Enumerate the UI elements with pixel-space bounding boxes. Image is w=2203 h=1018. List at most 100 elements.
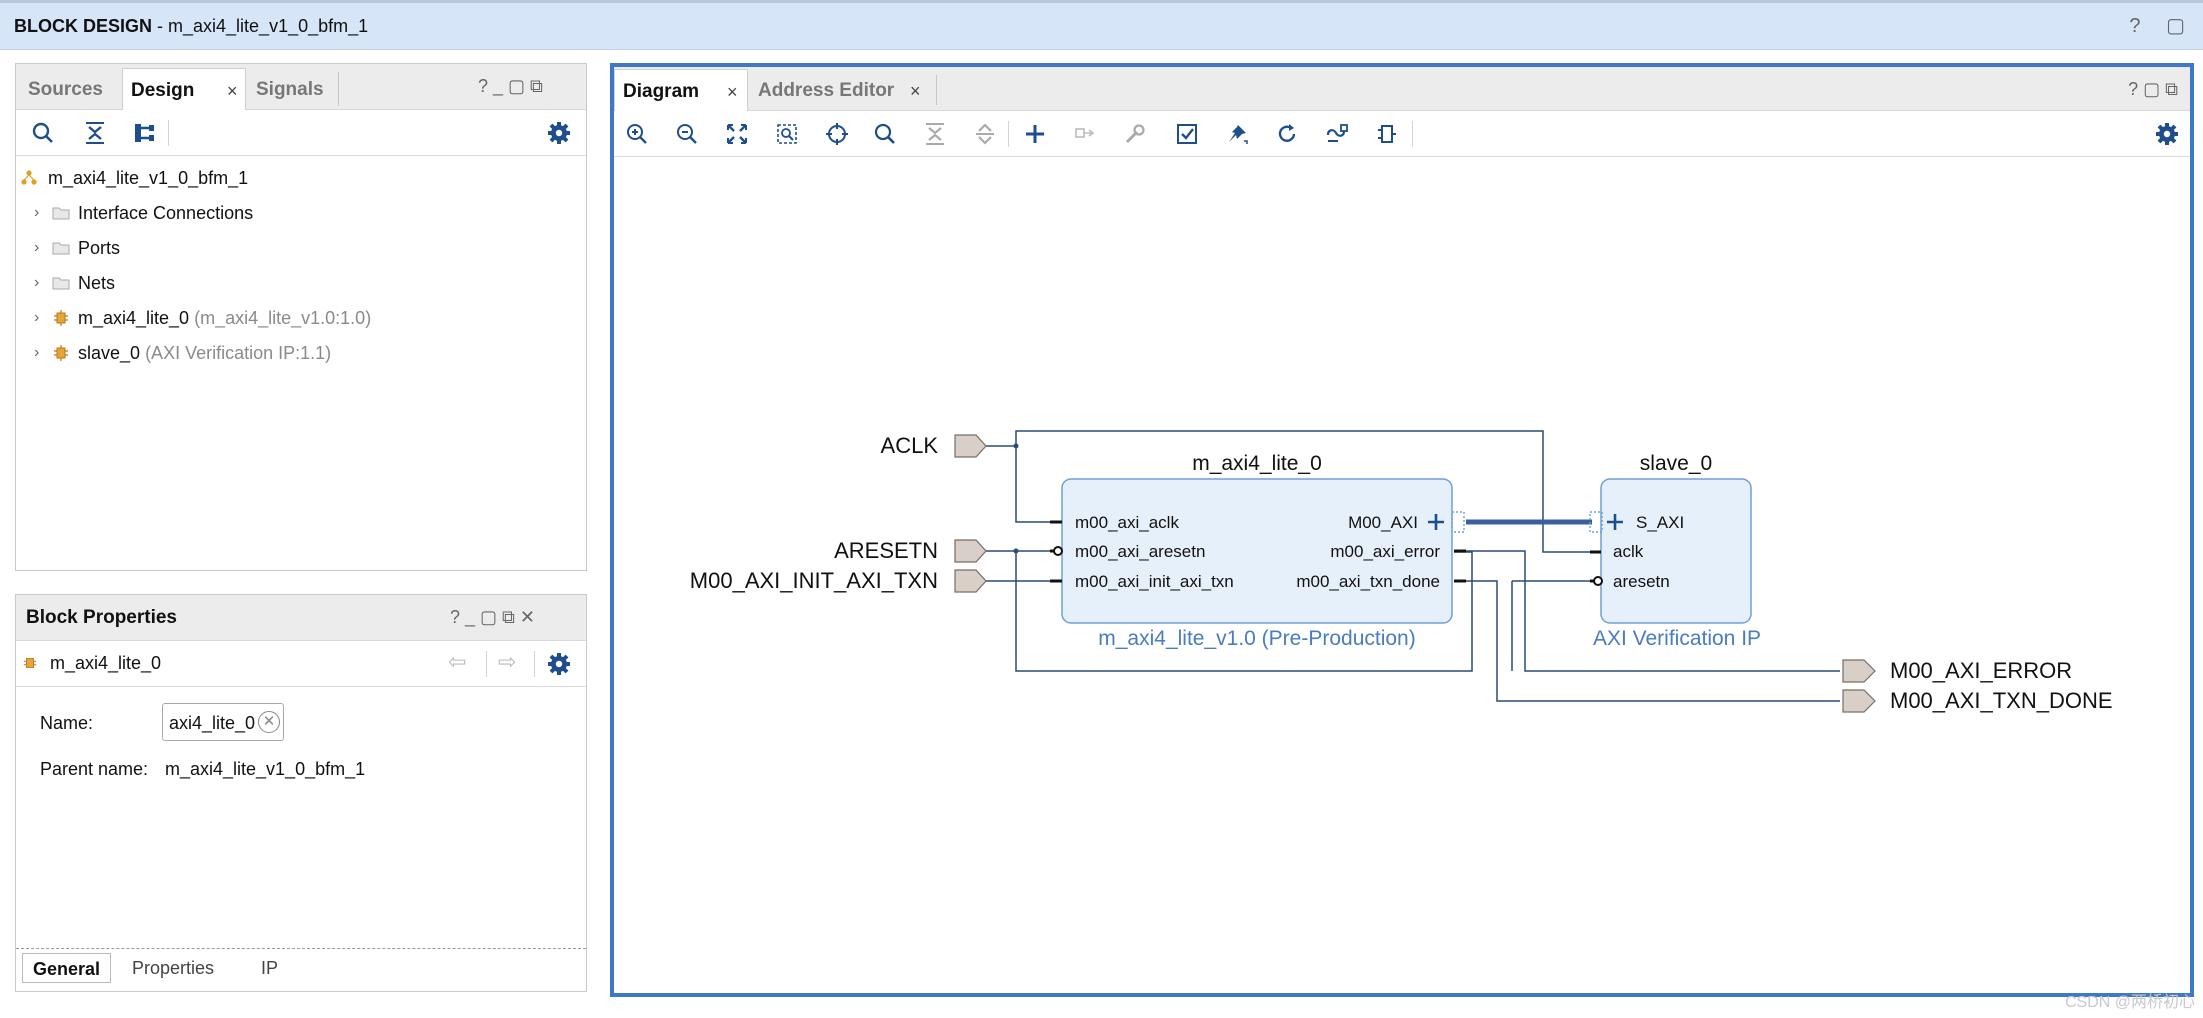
parent-name-value: m_axi4_lite_v1_0_bfm_1 — [165, 759, 366, 779]
watermark: CSDN @两桥初心 — [2064, 994, 2195, 1011]
block-subtitle: AXI Verification IP — [1593, 627, 1761, 650]
folder-icon — [52, 277, 70, 290]
folder-icon — [52, 242, 70, 255]
panel-title: Block Properties — [26, 607, 177, 628]
divider — [16, 948, 586, 949]
tab-general[interactable]: General — [22, 953, 112, 983]
collapse-icon[interactable] — [922, 121, 948, 147]
diagram-tabs: Diagram × Address Editor × ? ▢ ⧉ — [614, 67, 2190, 111]
gear-icon[interactable] — [546, 651, 572, 677]
design-toolbar — [16, 110, 586, 156]
regenerate-layout-icon[interactable] — [1374, 121, 1400, 147]
close-tab-icon[interactable]: × — [227, 81, 238, 102]
search-icon[interactable] — [30, 120, 56, 146]
tab-sources[interactable]: Sources — [20, 68, 111, 110]
zoom-out-icon[interactable] — [674, 121, 700, 147]
folder-icon — [52, 207, 70, 220]
zoom-area-icon[interactable] — [774, 121, 800, 147]
pin-label: aclk — [1613, 542, 1644, 561]
diagram-panel: Diagram × Address Editor × ? ▢ ⧉ ACLK AR… — [610, 63, 2194, 997]
back-arrow-icon[interactable]: ⇦ — [448, 649, 466, 675]
window-controls[interactable]: ? ▢ — [2129, 13, 2195, 38]
chevron-right-icon[interactable]: › — [34, 267, 39, 299]
name-label: Name: — [40, 713, 94, 733]
input-port-aresetn[interactable]: ARESETN — [834, 538, 987, 563]
output-port-m00-axi-txn-done[interactable]: M00_AXI_TXN_DONE — [1842, 688, 2113, 713]
diagram-toolbar — [614, 111, 2190, 157]
block-name: slave_0 — [1640, 452, 1712, 475]
ip-block-icon — [23, 658, 37, 668]
tree-item-label: slave_0 (AXI Verification IP:1.1) — [78, 343, 332, 363]
add-ip-icon[interactable] — [1022, 121, 1048, 147]
tab-ip[interactable]: IP — [251, 953, 288, 983]
chevron-right-icon[interactable]: › — [34, 337, 39, 369]
pin-label: m00_axi_error — [1330, 542, 1440, 561]
wrench-icon[interactable] — [1122, 121, 1148, 147]
tree-item-label: Interface Connections — [78, 203, 254, 223]
output-port-m00-axi-error[interactable]: M00_AXI_ERROR — [1842, 658, 2072, 683]
ip-block-m-axi4-lite-0[interactable]: m_axi4_lite_0 m00_axi_aclk m00_axi_arese… — [1050, 452, 1466, 650]
tree-item-label: m_axi4_lite_0 (m_axi4_lite_v1.0:1.0) — [78, 308, 372, 328]
port-label: ACLK — [881, 433, 939, 458]
clear-icon[interactable]: ✕ — [258, 711, 280, 733]
close-tab-icon[interactable]: × — [727, 82, 738, 103]
name-field[interactable]: axi4_lite_0 ✕ — [162, 703, 284, 741]
gear-icon[interactable] — [2154, 121, 2180, 147]
expand-icon[interactable] — [972, 121, 998, 147]
disconnect-icon[interactable] — [1072, 121, 1098, 147]
design-panel: Sources Design × Signals ? _ ▢ ⧉ m_axi4_… — [15, 63, 587, 571]
parent-name-label: Parent name: — [40, 759, 149, 779]
pin-label: S_AXI — [1636, 513, 1684, 532]
zoom-in-icon[interactable] — [624, 121, 650, 147]
chevron-right-icon[interactable]: › — [34, 232, 39, 264]
input-port-m00-axi-init-axi-txn[interactable]: M00_AXI_INIT_AXI_TXN — [690, 568, 987, 593]
tree-item-label: Nets — [78, 273, 116, 293]
search-icon[interactable] — [872, 121, 898, 147]
input-port-aclk[interactable]: ACLK — [881, 433, 987, 458]
port-label: M00_AXI_ERROR — [1890, 658, 2072, 683]
block-name: m_axi4_lite_0 — [1192, 452, 1322, 475]
tab-design[interactable]: Design × — [122, 68, 246, 110]
design-panel-tabs: Sources Design × Signals ? _ ▢ ⧉ — [16, 64, 586, 110]
ip-block-icon — [54, 310, 68, 326]
block-properties-header: Block Properties ? _ ▢ ⧉ ✕ — [16, 595, 586, 641]
panel-window-icons[interactable]: ? _ ▢ ⧉ ✕ — [450, 607, 535, 628]
panel-window-icons[interactable]: ? ▢ ⧉ — [2128, 79, 2178, 100]
selected-block-label: m_axi4_lite_0 — [50, 653, 162, 673]
pin-icon[interactable] — [1224, 121, 1250, 147]
port-label: M00_AXI_INIT_AXI_TXN — [690, 568, 938, 593]
hierarchy-icon[interactable] — [132, 120, 158, 146]
tab-address-editor[interactable]: Address Editor × — [750, 69, 930, 111]
pin-label: m00_axi_aresetn — [1075, 542, 1205, 561]
auto-connect-icon[interactable] — [1324, 121, 1350, 147]
ip-block-icon — [54, 345, 68, 361]
tree-item-label: Ports — [78, 238, 121, 258]
refresh-icon[interactable] — [1274, 121, 1300, 147]
close-tab-icon[interactable]: × — [910, 81, 921, 102]
ip-block-slave-0[interactable]: slave_0 S_AXI aclk aresetn AXI Verificat… — [1589, 452, 1761, 650]
window-title: BLOCK DESIGN - m_axi4_lite_v1_0_bfm_1 — [14, 16, 369, 36]
diagram-canvas[interactable]: ACLK ARESETN M00_AXI_INIT_AXI_TXN m_axi4… — [614, 157, 2190, 993]
block-properties-tabs: General Properties IP — [22, 953, 422, 987]
pin-label: m00_axi_init_axi_txn — [1075, 572, 1234, 591]
port-label: ARESETN — [834, 538, 938, 563]
design-root-icon — [21, 170, 37, 185]
pin-label: m00_axi_txn_done — [1296, 572, 1440, 591]
chevron-right-icon[interactable]: › — [34, 197, 39, 229]
validate-icon[interactable] — [1174, 121, 1200, 147]
gear-icon[interactable] — [546, 120, 572, 146]
collapse-all-icon[interactable] — [82, 120, 108, 146]
zoom-fit-icon[interactable] — [724, 121, 750, 147]
chevron-right-icon[interactable]: › — [34, 302, 39, 334]
block-properties-panel: Block Properties ? _ ▢ ⧉ ✕ m_axi4_lite_0… — [15, 594, 587, 992]
forward-arrow-icon[interactable]: ⇨ — [498, 649, 516, 675]
root-label: m_axi4_lite_v1_0_bfm_1 — [48, 168, 249, 188]
tab-properties[interactable]: Properties — [122, 953, 224, 983]
tab-signals[interactable]: Signals — [248, 68, 332, 110]
block-properties-toolbar: m_axi4_lite_0 ⇦ ⇨ — [16, 641, 586, 687]
center-icon[interactable] — [824, 121, 850, 147]
tab-diagram[interactable]: Diagram × — [614, 69, 748, 111]
panel-window-icons[interactable]: ? _ ▢ ⧉ — [478, 76, 543, 97]
window-titlebar: BLOCK DESIGN - m_axi4_lite_v1_0_bfm_1 ? … — [0, 0, 2203, 50]
pin-label: M00_AXI — [1348, 513, 1418, 532]
